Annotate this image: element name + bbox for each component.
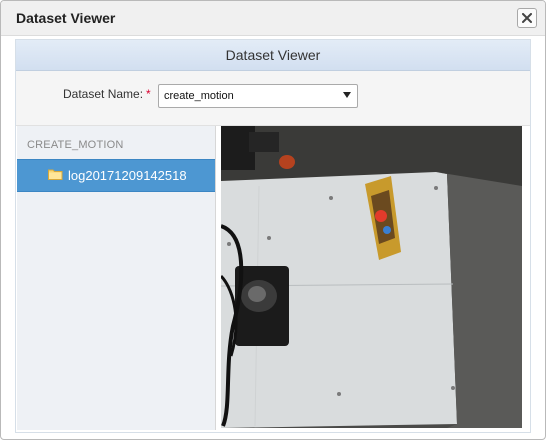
dropdown-arrow-icon [343, 92, 351, 98]
tree-item-log[interactable]: log20171209142518 [17, 159, 215, 192]
folder-icon [48, 169, 63, 180]
close-button[interactable] [517, 8, 537, 28]
window-title: Dataset Viewer [16, 10, 116, 26]
dataset-name-select[interactable]: create_motion [158, 84, 358, 108]
dataset-name-value: create_motion [164, 90, 234, 102]
required-mark: * [146, 87, 151, 101]
tree-root-label: CREATE_MOTION [27, 139, 124, 151]
panel-header: Dataset Viewer [16, 40, 530, 71]
dataset-tree: CREATE_MOTION log20171209142518 [17, 126, 216, 430]
dataset-name-label-text: Dataset Name: [63, 87, 144, 101]
title-bar[interactable]: Dataset Viewer [1, 1, 545, 36]
camera-frame-illustration [221, 126, 522, 428]
dataset-form: Dataset Name: * create_motion [16, 71, 530, 126]
viewer-panel: Dataset Viewer Dataset Name: * create_mot… [15, 39, 531, 433]
dataset-name-label: Dataset Name: * [63, 87, 151, 101]
tree-item-label: log20171209142518 [68, 168, 187, 183]
dataset-frame-image [221, 126, 522, 428]
dataset-viewer-dialog: Dataset Viewer Dataset Viewer Dataset Na… [0, 0, 546, 440]
close-icon [522, 13, 532, 23]
